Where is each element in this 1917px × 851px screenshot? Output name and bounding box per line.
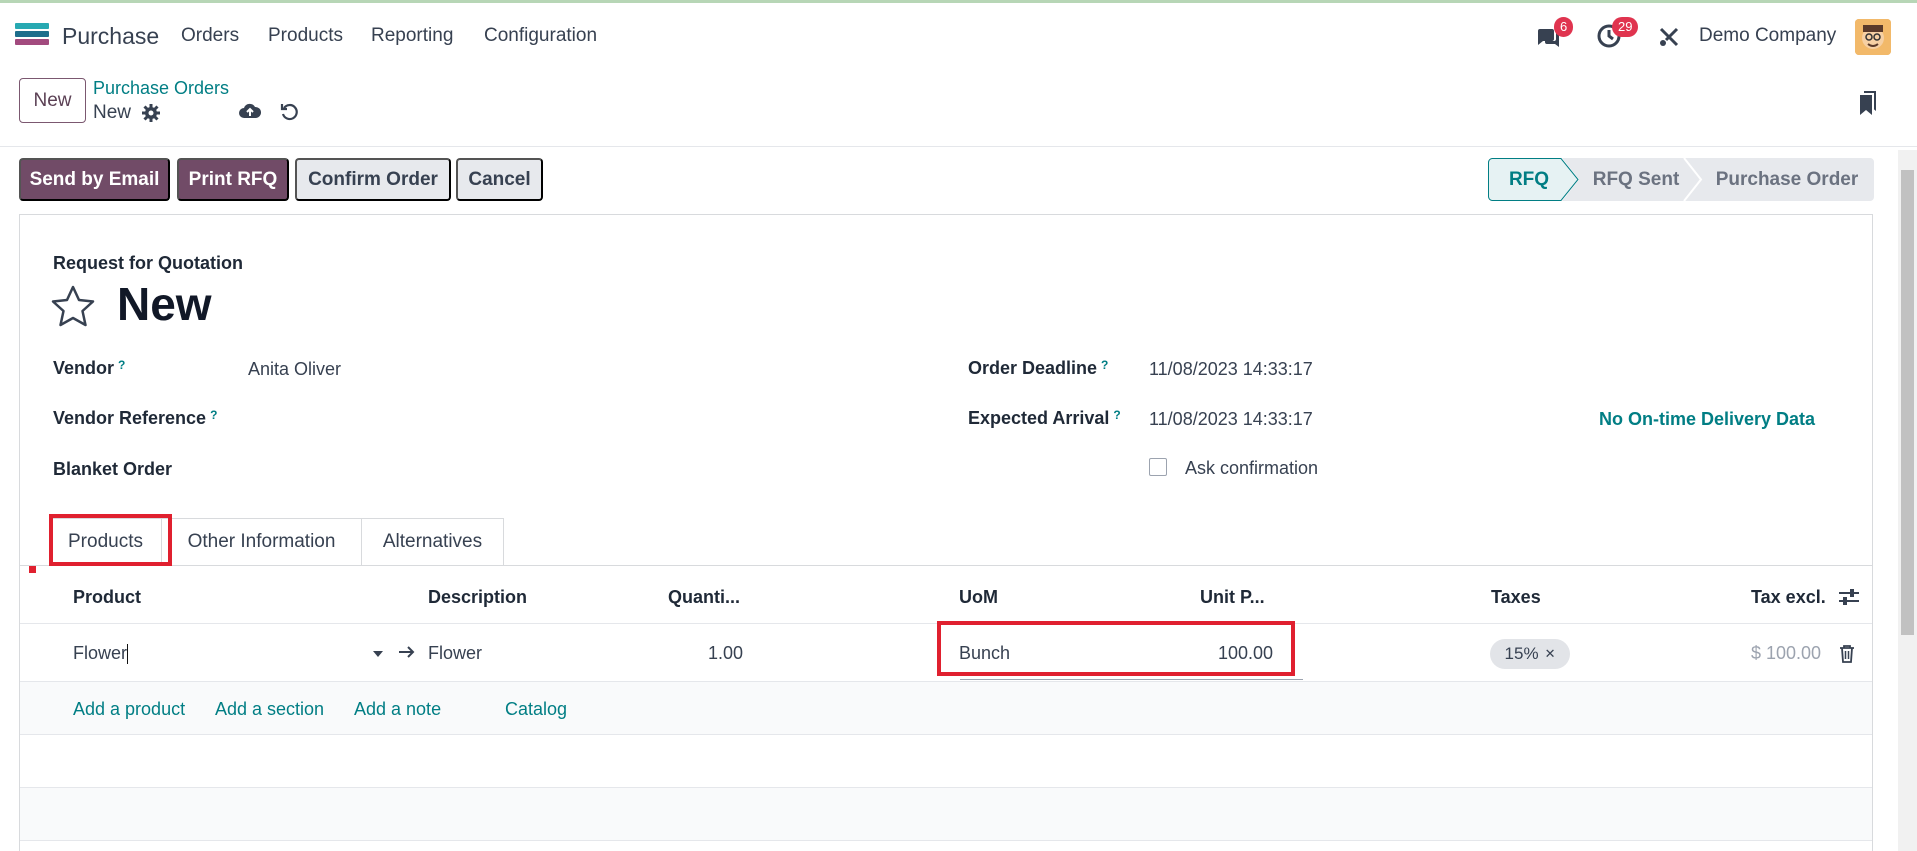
tab-divider (20, 565, 1872, 566)
control-panel: New Purchase Orders New (0, 67, 1917, 147)
confirm-order-button[interactable]: Confirm Order (295, 158, 451, 201)
col-description[interactable]: Description (428, 587, 527, 608)
highlight-marker (29, 566, 36, 573)
remove-tag-icon[interactable]: ✕ (1545, 646, 1556, 662)
unit-price-underline (960, 679, 1303, 680)
col-taxes[interactable]: Taxes (1491, 587, 1541, 608)
col-product[interactable]: Product (73, 587, 141, 608)
add-product-link[interactable]: Add a product (73, 699, 185, 720)
stage-purchase-order[interactable]: Purchase Order (1700, 158, 1874, 201)
send-by-email-button[interactable]: Send by Email (19, 158, 170, 201)
blanket-order-field[interactable] (248, 459, 648, 483)
internal-link-arrow-icon[interactable] (398, 644, 416, 665)
col-uom[interactable]: UoM (959, 587, 998, 608)
form-sheet: Request for Quotation New Vendor? Anita … (19, 214, 1873, 851)
bookmarks-icon[interactable] (1858, 91, 1878, 122)
cancel-button[interactable]: Cancel (456, 158, 543, 201)
tab-other-information[interactable]: Other Information (162, 518, 362, 565)
print-rfq-button[interactable]: Print RFQ (177, 158, 289, 201)
add-section-link[interactable]: Add a section (215, 699, 324, 720)
catalog-link[interactable]: Catalog (505, 699, 567, 720)
vendor-field[interactable]: Anita Oliver (248, 359, 341, 380)
scrollbar-thumb[interactable] (1901, 170, 1914, 635)
menu-reporting[interactable]: Reporting (371, 25, 453, 47)
on-time-delivery-link[interactable]: No On-time Delivery Data (1599, 409, 1815, 430)
product-dropdown-caret-icon[interactable] (373, 651, 383, 657)
record-title[interactable]: New (117, 277, 212, 331)
col-quantity[interactable]: Quanti... (668, 587, 740, 608)
blanket-order-label: Blanket Order (53, 459, 173, 479)
activities-badge: 29 (1612, 17, 1639, 37)
delete-row-trash-icon[interactable] (1839, 645, 1855, 668)
save-cloud-icon[interactable] (239, 102, 262, 125)
main-navbar: Purchase Orders Products Reporting Confi… (0, 3, 1917, 67)
company-switcher[interactable]: Demo Company (1699, 25, 1836, 47)
tab-alternatives[interactable]: Alternatives (362, 518, 504, 565)
row-product-input[interactable]: Flower (73, 643, 129, 665)
stage-rfq-sent[interactable]: RFQ Sent (1580, 158, 1692, 201)
expected-arrival-field[interactable]: 11/08/2023 14:33:17 (1149, 409, 1313, 430)
messages-badge: 6 (1554, 17, 1574, 37)
menu-products[interactable]: Products (268, 25, 343, 47)
col-tax-excl[interactable]: Tax excl. (1751, 587, 1826, 608)
stage-rfq[interactable]: RFQ (1488, 158, 1570, 201)
menu-orders[interactable]: Orders (181, 25, 239, 47)
breadcrumb-purchase-orders[interactable]: Purchase Orders (93, 78, 229, 99)
discard-undo-icon[interactable] (280, 103, 298, 126)
form-subtitle: Request for Quotation (53, 253, 243, 273)
highlight-uom-price (937, 621, 1295, 676)
expected-arrival-label: Expected Arrival? (968, 408, 1121, 428)
menu-configuration[interactable]: Configuration (484, 25, 597, 47)
vendor-label: Vendor? (53, 358, 126, 378)
vendor-reference-field[interactable] (248, 408, 648, 432)
user-avatar[interactable] (1855, 19, 1891, 55)
order-deadline-field[interactable]: 11/08/2023 14:33:17 (1149, 359, 1313, 380)
row-quantity[interactable]: 1.00 (708, 643, 743, 664)
vendor-reference-label: Vendor Reference? (53, 408, 218, 428)
col-unit-price[interactable]: Unit P... (1200, 587, 1265, 608)
column-settings-icon[interactable] (1839, 588, 1859, 611)
breadcrumb-current-record: New (93, 102, 132, 123)
app-name[interactable]: Purchase (62, 23, 159, 50)
new-record-button[interactable]: New (19, 78, 86, 123)
tax-tag[interactable]: 15% ✕ (1490, 639, 1570, 669)
star-icon[interactable] (50, 284, 96, 333)
purchase-app-icon[interactable] (15, 23, 49, 49)
ask-confirmation-checkbox[interactable] (1149, 458, 1167, 476)
add-note-link[interactable]: Add a note (354, 699, 441, 720)
page-scrollbar[interactable] (1898, 150, 1917, 851)
highlight-products-tab (49, 514, 172, 566)
row-subtotal: $ 100.00 (1751, 643, 1822, 663)
ask-confirmation-label: Ask confirmation (1185, 458, 1319, 478)
debug-tools-icon[interactable] (1657, 25, 1681, 54)
tax-tag-label: 15% (1504, 644, 1539, 663)
row-description[interactable]: Flower (428, 643, 482, 664)
gear-icon[interactable] (142, 104, 160, 127)
order-deadline-label: Order Deadline? (968, 358, 1109, 378)
